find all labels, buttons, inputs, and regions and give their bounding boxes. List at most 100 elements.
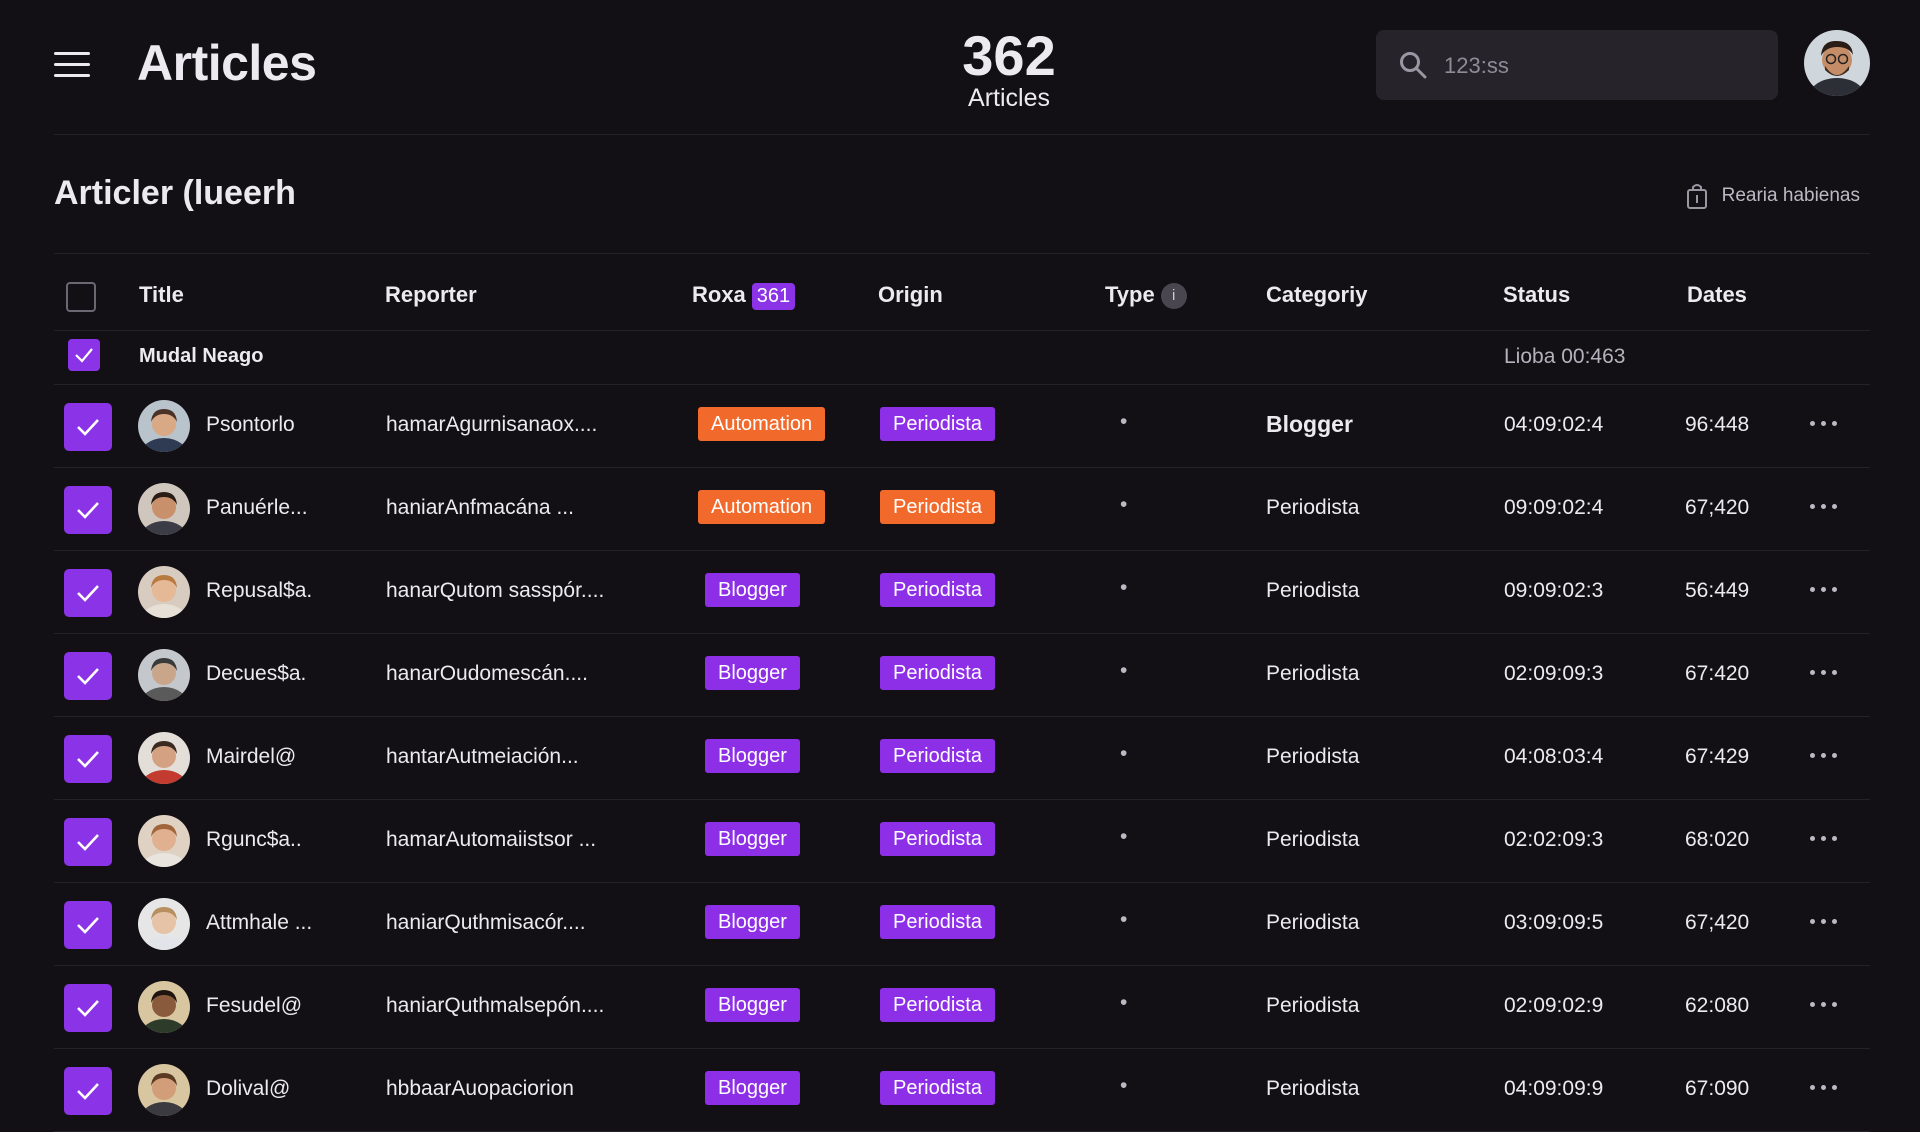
hamburger-menu-icon[interactable] [54, 52, 90, 78]
avatar [138, 732, 190, 784]
column-reporter[interactable]: Reporter [385, 282, 477, 308]
search-icon [1400, 52, 1427, 79]
page-title: Articles [137, 35, 317, 91]
origin-tag[interactable]: Periodista [880, 739, 995, 773]
table-row[interactable]: Dolival@ hbbaarAuopaciorion Blogger Peri… [54, 1049, 1870, 1132]
row-title[interactable]: Decues$a. [206, 662, 306, 686]
roxa-tag[interactable]: Blogger [705, 822, 800, 856]
avatar [138, 898, 190, 950]
more-options-icon[interactable] [1810, 836, 1842, 844]
row-checkbox[interactable] [64, 901, 112, 949]
section-action-label: Rearia habienas [1721, 185, 1860, 206]
column-category[interactable]: Categoriy [1266, 282, 1367, 308]
roxa-tag[interactable]: Blogger [705, 988, 800, 1022]
more-options-icon[interactable] [1810, 1002, 1842, 1010]
more-options-icon[interactable] [1810, 504, 1842, 512]
section-action-button[interactable]: Rearia habienas [1686, 182, 1860, 210]
table-row[interactable]: Fesudel@ haniarQuthmalsepón.... Blogger … [54, 966, 1870, 1049]
table-row[interactable]: Attmhale ... haniarQuthmisacór.... Blogg… [54, 883, 1870, 966]
more-options-icon[interactable] [1810, 753, 1842, 761]
avatar [138, 981, 190, 1033]
row-category: Blogger [1266, 411, 1353, 437]
column-status[interactable]: Status [1503, 282, 1570, 308]
row-type: • [1120, 493, 1128, 516]
origin-tag[interactable]: Periodista [880, 656, 995, 690]
row-status: 09:09:02:4 [1504, 496, 1604, 519]
check-icon [77, 751, 99, 768]
row-dates: 67;420 [1685, 911, 1750, 934]
row-status: 02:09:09:3 [1504, 662, 1604, 685]
search-box[interactable] [1376, 30, 1778, 100]
row-type: • [1120, 742, 1128, 765]
row-title[interactable]: Attmhale ... [206, 911, 312, 935]
row-checkbox[interactable] [64, 1067, 112, 1115]
row-category: Periodista [1266, 828, 1360, 851]
row-type: • [1120, 410, 1128, 433]
origin-tag[interactable]: Periodista [880, 407, 995, 441]
avatar [138, 566, 190, 618]
more-options-icon[interactable] [1810, 1085, 1842, 1093]
row-type: • [1120, 908, 1128, 931]
row-dates: 62:080 [1685, 994, 1750, 1017]
more-options-icon[interactable] [1810, 919, 1842, 927]
origin-tag[interactable]: Periodista [880, 905, 995, 939]
origin-tag[interactable]: Periodista [880, 988, 995, 1022]
origin-tag[interactable]: Periodista [880, 1071, 995, 1105]
row-category: Periodista [1266, 496, 1360, 519]
row-checkbox[interactable] [64, 486, 112, 534]
table-row[interactable]: Psontorlo hamarAgurnisanaoх.... Automati… [54, 385, 1870, 468]
row-checkbox[interactable] [64, 735, 112, 783]
roxa-tag[interactable]: Blogger [705, 1071, 800, 1105]
more-options-icon[interactable] [1810, 670, 1842, 678]
row-reporter: haniarQuthmalsepón.... [386, 994, 605, 1017]
more-options-icon[interactable] [1810, 587, 1842, 595]
row-checkbox[interactable] [64, 569, 112, 617]
column-origin[interactable]: Origin [878, 282, 943, 308]
column-title[interactable]: Title [139, 282, 184, 308]
column-type[interactable]: Type i [1105, 282, 1187, 309]
group-checkbox[interactable] [68, 339, 100, 371]
roxa-tag[interactable]: Blogger [705, 739, 800, 773]
row-title[interactable]: Fesudel@ [206, 994, 302, 1018]
row-checkbox[interactable] [64, 403, 112, 451]
row-status: 09:09:02:3 [1504, 579, 1604, 602]
table-row[interactable]: Decues$a. hanarOudomescán.... Blogger Pe… [54, 634, 1870, 717]
check-icon [77, 1083, 99, 1100]
roxa-tag[interactable]: Blogger [705, 573, 800, 607]
more-options-icon[interactable] [1810, 421, 1842, 429]
roxa-tag[interactable]: Blogger [705, 905, 800, 939]
row-title[interactable]: Rgunc$a.. [206, 828, 302, 852]
row-title[interactable]: Psontorlo [206, 413, 295, 437]
table-row[interactable]: Rgunc$a.. hamarAutomaiistsor ... Blogger… [54, 800, 1870, 883]
search-input[interactable] [1442, 46, 1756, 86]
row-checkbox[interactable] [64, 818, 112, 866]
select-all-checkbox[interactable] [66, 282, 96, 312]
origin-tag[interactable]: Periodista [880, 822, 995, 856]
table-row[interactable]: Repusal$a. hanarQutom sasspór.... Blogge… [54, 551, 1870, 634]
column-dates[interactable]: Dates [1687, 282, 1747, 308]
roxa-tag[interactable]: Automation [698, 490, 826, 524]
row-title[interactable]: Repusal$a. [206, 579, 312, 603]
row-title[interactable]: Panuérle... [206, 496, 308, 520]
table-row[interactable]: Panuérle... haniarAnfmacána ... Automati… [54, 468, 1870, 551]
user-avatar[interactable] [1804, 30, 1870, 96]
row-category: Periodista [1266, 1077, 1360, 1100]
row-checkbox[interactable] [64, 984, 112, 1032]
origin-tag[interactable]: Periodista [880, 490, 995, 524]
group-name: Mudal Neago [139, 345, 264, 367]
row-reporter: hantarAutmeiación... [386, 745, 579, 768]
table-row[interactable]: Mairdel@ hantarAutmeiación... Blogger Pe… [54, 717, 1870, 800]
row-title[interactable]: Mairdel@ [206, 745, 296, 769]
row-category: Periodista [1266, 994, 1360, 1017]
roxa-tag[interactable]: Blogger [705, 656, 800, 690]
roxa-tag[interactable]: Automation [698, 407, 826, 441]
column-roxa[interactable]: Roxa 361 [692, 282, 796, 310]
check-icon [77, 834, 99, 851]
info-icon[interactable]: i [1160, 283, 1187, 309]
origin-tag[interactable]: Periodista [880, 573, 995, 607]
row-title[interactable]: Dolival@ [206, 1077, 290, 1101]
app-header: Articles 362 Articles [54, 0, 1870, 135]
row-category: Periodista [1266, 662, 1360, 685]
table-body: Psontorlo hamarAgurnisanaoх.... Automati… [54, 385, 1870, 1132]
row-checkbox[interactable] [64, 652, 112, 700]
